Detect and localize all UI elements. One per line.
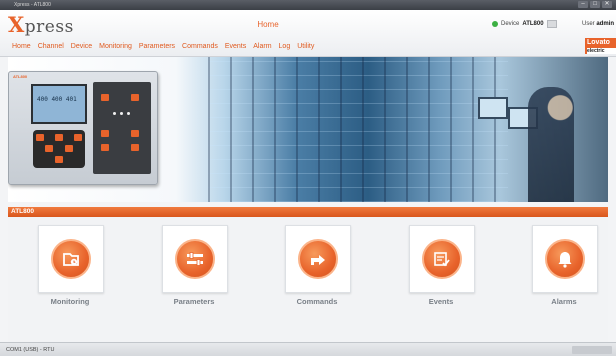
tile-frame (38, 225, 104, 293)
xpress-logo: Xpress (8, 12, 74, 38)
menu-item-events[interactable]: Events (225, 43, 246, 50)
logo-x: X (8, 12, 25, 37)
brand-name: Lovato (587, 39, 610, 46)
tile-frame (162, 225, 228, 293)
maximize-button[interactable]: □ (590, 1, 600, 8)
online-status-icon (492, 21, 498, 27)
monitor-image (478, 97, 508, 119)
brand-sub: electric (587, 48, 616, 54)
parameters-label: Parameters (173, 297, 215, 306)
device-name: ATL800 (522, 21, 544, 27)
monitoring-tile[interactable]: Monitoring (38, 225, 104, 315)
main-menu: Home Channel Device Monitoring Parameter… (12, 40, 321, 52)
commands-tile[interactable]: Commands (285, 225, 351, 315)
user-info: User admin (582, 19, 614, 29)
parameters-tile[interactable]: Parameters (162, 225, 228, 315)
panel-key (101, 144, 109, 151)
alarms-tile[interactable]: Alarms (532, 225, 598, 315)
monitoring-label: Monitoring (50, 297, 90, 306)
panel-key (131, 144, 139, 151)
operator-image (528, 87, 574, 202)
menu-item-device[interactable]: Device (71, 43, 92, 50)
monitoring-icon (51, 239, 91, 279)
panel-key (101, 130, 109, 137)
panel-led (120, 112, 123, 115)
panel-led (113, 112, 116, 115)
menu-item-utility[interactable]: Utility (297, 43, 314, 50)
device-select-button[interactable] (546, 20, 557, 28)
server-room-image (208, 57, 508, 202)
device-control-panel (93, 82, 151, 174)
section-title-bar: ATL800 (8, 207, 608, 217)
panel-key (131, 130, 139, 137)
events-label: Events (428, 297, 454, 306)
menu-item-monitoring[interactable]: Monitoring (99, 43, 132, 50)
keypad-down-key (55, 156, 63, 163)
tile-frame (285, 225, 351, 293)
tile-frame (532, 225, 598, 293)
menu-item-log[interactable]: Log (279, 43, 291, 50)
commands-icon (298, 239, 338, 279)
quick-access-tiles: Monitoring Parameters Commands Events Al… (8, 217, 608, 342)
hero-banner: ATL800 400 400 401 (8, 57, 608, 202)
commands-label: Commands (296, 297, 338, 306)
events-tile[interactable]: Events (409, 225, 475, 315)
keypad-left-key (45, 145, 53, 152)
alarms-label: Alarms (551, 297, 577, 306)
menu-item-home[interactable]: Home (12, 43, 31, 50)
events-icon (422, 239, 462, 279)
device-image: ATL800 400 400 401 (8, 71, 158, 185)
status-bar: COM1 (USB) - RTU (0, 342, 616, 356)
user-label: User (582, 21, 595, 27)
keypad-right-key (65, 145, 73, 152)
keypad-key (74, 134, 82, 141)
keypad-up-key (55, 134, 63, 141)
device-lcd: 400 400 401 (31, 84, 87, 124)
user-name: admin (596, 21, 615, 27)
logo-text: press (24, 17, 74, 37)
app-window: Xpress - ATL800 – □ ✕ Xpress Home Device… (0, 0, 616, 356)
device-status: Device ATL800 (492, 19, 557, 29)
app-header: Xpress Home Device ATL800 User admin Hom… (0, 10, 616, 57)
page-title: Home (257, 20, 279, 29)
panel-key (131, 94, 139, 101)
device-keypad (33, 130, 85, 168)
device-tag: ATL800 (13, 74, 28, 79)
lcd-readout: 400 400 401 (37, 96, 77, 103)
parameters-icon (175, 239, 215, 279)
keypad-key (36, 134, 44, 141)
menu-item-commands[interactable]: Commands (182, 43, 218, 50)
alarms-icon (545, 239, 585, 279)
panel-key (101, 94, 109, 101)
menu-item-parameters[interactable]: Parameters (139, 43, 175, 50)
connection-status: COM1 (USB) - RTU (6, 347, 55, 353)
lovato-brand-logo: Lovato electric (585, 38, 616, 54)
window-title: Xpress - ATL800 (14, 2, 51, 8)
tile-frame (409, 225, 475, 293)
close-button[interactable]: ✕ (602, 1, 612, 8)
menu-item-channel[interactable]: Channel (38, 43, 64, 50)
panel-led (127, 112, 130, 115)
resize-grip[interactable] (572, 346, 612, 354)
minimize-button[interactable]: – (578, 1, 588, 8)
device-label: Device (501, 21, 520, 27)
window-titlebar: Xpress - ATL800 – □ ✕ (0, 0, 616, 10)
menu-item-alarm[interactable]: Alarm (253, 43, 271, 50)
